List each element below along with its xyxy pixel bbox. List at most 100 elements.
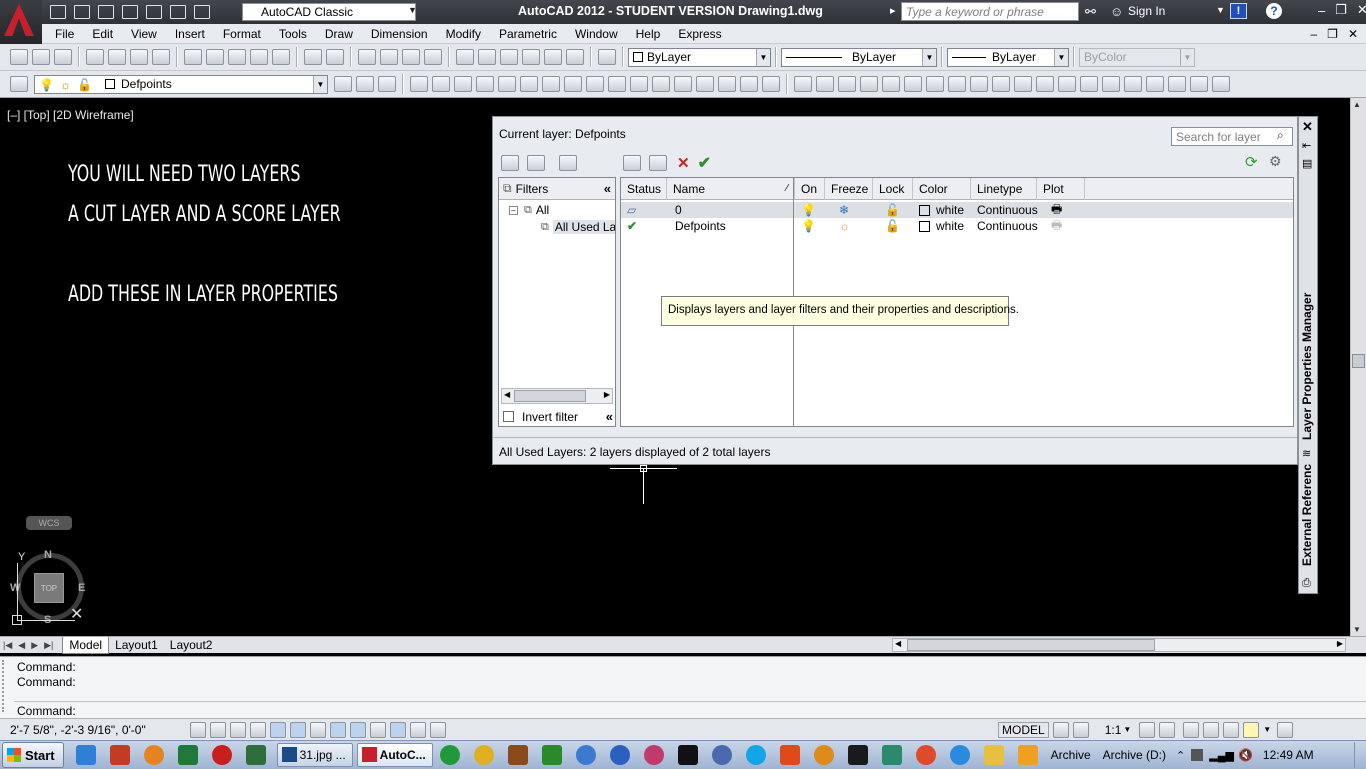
quick-view-drawings-icon[interactable] <box>1072 721 1089 738</box>
infer-constraints-icon[interactable] <box>190 721 206 738</box>
menu-format[interactable]: Format <box>214 24 270 44</box>
menu-file[interactable]: File <box>46 24 83 44</box>
dropdown-arrow-icon[interactable]: ▼ <box>313 75 327 93</box>
layer-on-bulb-icon[interactable]: 💡 <box>795 203 825 217</box>
command-input[interactable]: Command: <box>17 704 76 718</box>
plot-icon[interactable] <box>86 49 104 65</box>
filter-tree-node-used[interactable]: ⧉ All Used La <box>499 219 615 235</box>
snap-mode-icon[interactable] <box>210 721 226 738</box>
object-snap-tracking-icon[interactable] <box>330 721 346 738</box>
move-icon[interactable] <box>520 76 538 92</box>
ccleaner-icon[interactable] <box>211 745 232 765</box>
blend-icon[interactable] <box>740 76 758 92</box>
menu-draw[interactable]: Draw <box>316 24 362 44</box>
restore-icon[interactable]: ❐ <box>1335 2 1347 18</box>
workspace-switching-icon[interactable] <box>1183 721 1200 738</box>
col-on[interactable]: On <box>795 177 825 200</box>
chrome-icon[interactable] <box>915 745 936 765</box>
itunes-icon[interactable] <box>711 745 732 765</box>
annotation-visibility-icon[interactable] <box>1139 721 1156 738</box>
copy-icon[interactable] <box>206 49 224 65</box>
layer-unlock-icon[interactable]: 🔓 <box>873 219 913 233</box>
annotation-scale[interactable]: 1:1 <box>1105 723 1122 737</box>
quick-view-layouts-icon[interactable] <box>1052 721 1069 738</box>
scroll-thumb[interactable] <box>514 390 586 402</box>
dropdown-arrow-icon[interactable]: ▼ <box>756 48 770 66</box>
scroll-thumb[interactable] <box>907 639 1155 651</box>
hardware-acceleration-icon[interactable] <box>1223 721 1240 738</box>
make-object-layer-current-icon[interactable] <box>334 76 352 92</box>
paste-icon[interactable] <box>228 49 246 65</box>
open-icon[interactable] <box>32 49 50 65</box>
menu-tools[interactable]: Tools <box>270 24 316 44</box>
break-icon[interactable] <box>652 76 670 92</box>
markup-icon[interactable] <box>544 49 562 65</box>
new-icon[interactable] <box>50 5 66 19</box>
col-name[interactable]: Name ⁄ <box>667 177 795 200</box>
zoom-window-icon[interactable] <box>402 49 420 65</box>
menu-express[interactable]: Express <box>669 24 730 44</box>
trim-icon[interactable] <box>608 76 626 92</box>
palette-close-icon[interactable]: ✕ <box>1302 119 1313 135</box>
col-status[interactable]: Status <box>621 177 667 200</box>
workspace-select[interactable]: AutoCAD Classic <box>242 3 416 21</box>
gradient-icon[interactable] <box>1124 76 1142 92</box>
dropdown-arrow-icon[interactable]: ▼ <box>1054 48 1068 66</box>
layer-noplot-icon[interactable]: 🖶 <box>1037 216 1085 237</box>
auto-scale-icon[interactable] <box>1159 721 1176 738</box>
mirror-icon[interactable] <box>454 76 472 92</box>
doc-minimize-icon[interactable]: – <box>1310 27 1317 41</box>
app-icon[interactable] <box>813 745 834 765</box>
sign-in-link[interactable]: Sign In <box>1128 4 1165 18</box>
revision-cloud-icon[interactable] <box>948 76 966 92</box>
layer-previous-icon[interactable] <box>356 76 374 92</box>
start-button[interactable]: Start <box>2 742 64 768</box>
settings-wrench-icon[interactable]: ⚙ <box>1269 153 1282 170</box>
tree-collapse-icon[interactable]: – <box>509 205 518 215</box>
viewcube-top-face[interactable]: TOP <box>34 573 64 603</box>
layer-states-manager-icon[interactable] <box>559 155 577 171</box>
infocenter-icon[interactable]: ! <box>1230 3 1247 19</box>
tab-model[interactable]: Model <box>62 636 110 654</box>
layer-name[interactable]: 0 <box>667 203 795 217</box>
app-icon[interactable] <box>609 745 630 765</box>
collapse-pane-icon[interactable]: « <box>606 409 613 424</box>
redo-icon[interactable] <box>194 5 210 19</box>
point-icon[interactable] <box>1080 76 1098 92</box>
delete-layer-icon[interactable]: ✕ <box>677 154 690 172</box>
save-as-icon[interactable] <box>122 5 138 19</box>
palette-stack-icon[interactable]: ⎙ <box>1302 577 1311 590</box>
app-icon[interactable] <box>109 745 130 765</box>
tab-first-icon[interactable]: |◀ <box>0 640 15 651</box>
layer-row[interactable]: ✔ Defpoints 💡 ☼ 🔓 white Continuous 🖶 <box>621 218 1293 234</box>
make-block-icon[interactable] <box>1058 76 1076 92</box>
horizontal-scrollbar[interactable]: ◀ ▶ <box>892 638 1346 652</box>
menu-window[interactable]: Window <box>566 24 627 44</box>
add-selected-icon[interactable] <box>1212 76 1230 92</box>
app-icon[interactable] <box>507 745 528 765</box>
clean-screen-icon[interactable] <box>1277 721 1294 738</box>
folder-icon[interactable] <box>983 745 1004 765</box>
isolate-objects-icon[interactable] <box>1243 721 1260 738</box>
layer-linetype[interactable]: Continuous <box>971 203 1038 217</box>
color-control[interactable]: ByLayer ▼ <box>628 47 771 67</box>
layer-on-bulb-icon[interactable]: 💡 <box>795 219 825 233</box>
hatch-icon[interactable] <box>1102 76 1120 92</box>
doc-restore-icon[interactable]: ❐ <box>1327 27 1338 41</box>
binoculars-icon[interactable]: ⚯ <box>1085 4 1096 20</box>
keyword-search-input[interactable]: Type a keyword or phrase <box>901 2 1079 21</box>
app-icon[interactable] <box>575 745 596 765</box>
tab-layout2[interactable]: Layout2 <box>164 637 219 653</box>
model-space-button[interactable]: MODEL <box>998 721 1049 738</box>
layer-unlock-icon[interactable]: 🔓 <box>873 203 913 217</box>
tab-last-icon[interactable]: ▶| <box>41 640 56 651</box>
filter-hscrollbar[interactable]: ◀ ▶ <box>501 388 613 404</box>
circle-icon[interactable] <box>926 76 944 92</box>
multiline-text-icon[interactable] <box>1190 76 1208 92</box>
rectangle-icon[interactable] <box>882 76 900 92</box>
app-icon[interactable] <box>177 745 198 765</box>
col-linetype[interactable]: Linetype <box>971 177 1037 200</box>
app-icon[interactable] <box>779 745 800 765</box>
new-layer-icon[interactable] <box>623 155 641 171</box>
layer-color-cell[interactable]: white <box>913 219 971 233</box>
